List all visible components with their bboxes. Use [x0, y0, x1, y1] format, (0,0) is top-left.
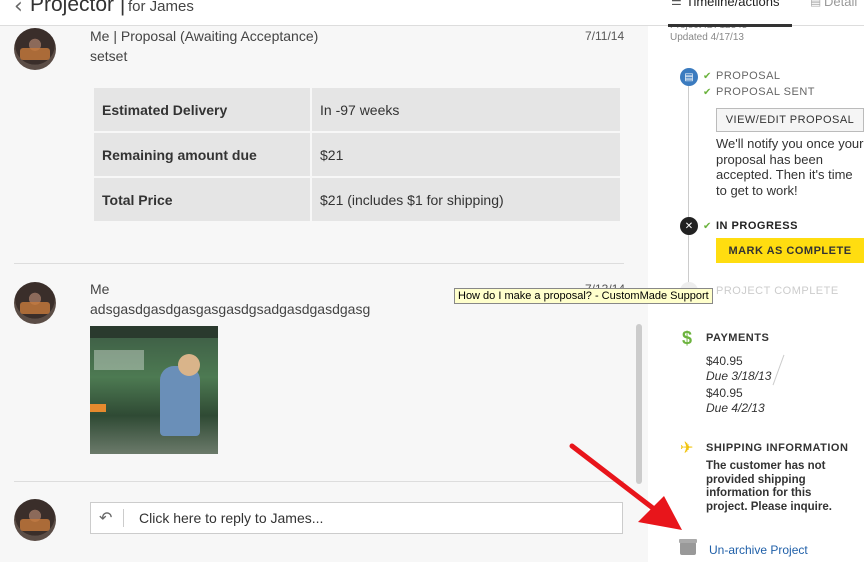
- timeline-step-in-progress: IN PROGRESS: [716, 220, 798, 232]
- payment-amount: $40.95: [706, 386, 743, 400]
- timeline-line: [688, 78, 689, 288]
- dollar-icon: $: [682, 328, 693, 348]
- header: ‹ Projector | for James ☰ Timeline/actio…: [0, 0, 864, 27]
- reply-separator: [123, 509, 124, 527]
- tools-icon: ✕: [680, 217, 698, 235]
- attachment-image[interactable]: [90, 326, 218, 454]
- table-row: Total Price $21 (includes $1 for shippin…: [94, 178, 620, 221]
- table-cell-value: $21: [312, 133, 620, 176]
- table-row: Estimated Delivery In -97 weeks: [94, 88, 620, 131]
- avatar: [14, 499, 56, 541]
- payment-due: Due 4/2/13: [706, 401, 765, 415]
- message-date: 7/11/14: [585, 29, 625, 43]
- timeline-tab-icon: ☰: [671, 0, 682, 8]
- help-tooltip: How do I make a proposal? - CustomMade S…: [454, 288, 713, 304]
- table-cell-value: $21 (includes $1 for shipping): [312, 178, 620, 221]
- reply-input[interactable]: ↶ Click here to reply to James...: [90, 502, 623, 534]
- avatar: [14, 28, 56, 70]
- message-body: adsgasdgasdgasgasgasdgsadgasdgasdgasg: [90, 301, 371, 317]
- divider: [14, 481, 624, 482]
- payment-amount: $40.95: [706, 354, 743, 368]
- table-row: Remaining amount due $21: [94, 133, 620, 176]
- table-cell-value: In -97 weeks: [312, 88, 620, 131]
- timeline-step-proposal-sent: PROPOSAL SENT: [716, 86, 816, 98]
- proposal-table: Estimated Delivery In -97 weeks Remainin…: [92, 86, 622, 223]
- tab-timeline-actions[interactable]: Timeline/actions: [686, 0, 779, 9]
- red-arrow-annotation: [569, 443, 682, 530]
- unarchive-project-link[interactable]: Un-archive Project: [709, 543, 808, 557]
- message-author: Me: [90, 281, 110, 297]
- avatar: [14, 282, 56, 324]
- shipping-text: The customer has not provided shipping i…: [706, 460, 832, 513]
- proposal-doc-icon: ▤: [680, 68, 698, 86]
- view-edit-proposal-button[interactable]: VIEW/EDIT PROPOSAL: [716, 108, 864, 132]
- message-body: setset: [90, 48, 128, 64]
- mark-as-complete-button[interactable]: MARK AS COMPLETE: [716, 238, 864, 263]
- archive-box-icon: [679, 539, 697, 555]
- message-author: Me | Proposal (Awaiting Acceptance): [90, 28, 319, 44]
- check-icon: ✔: [703, 221, 712, 232]
- timeline-step-proposal: PROPOSAL: [716, 70, 781, 82]
- active-tab-indicator: [668, 24, 792, 27]
- table-cell-label: Remaining amount due: [94, 133, 310, 176]
- shipping-heading: SHIPPING INFORMATION: [706, 442, 849, 454]
- updated-date: Updated 4/17/13: [670, 32, 744, 43]
- tab-details[interactable]: Detail: [824, 0, 857, 9]
- table-cell-label: Estimated Delivery: [94, 88, 310, 131]
- notify-text: We'll notify you once your proposal has …: [716, 136, 864, 198]
- divider: [14, 263, 624, 264]
- timeline-step-project-complete: PROJECT COMPLETE: [716, 285, 839, 297]
- page-title: Projector |: [30, 0, 126, 16]
- check-icon: ✔: [703, 87, 712, 98]
- check-icon: ✔: [703, 71, 712, 82]
- page-subtitle: for James: [128, 0, 194, 15]
- table-cell-label: Total Price: [94, 178, 310, 221]
- details-tab-icon: ▤: [810, 0, 822, 8]
- payments-heading: PAYMENTS: [706, 332, 770, 344]
- reply-icon: ↶: [99, 508, 113, 527]
- payment-divider: [772, 354, 785, 386]
- payment-due: Due 3/18/13: [706, 369, 772, 383]
- back-chevron-icon[interactable]: ‹: [14, 0, 23, 19]
- reply-placeholder: Click here to reply to James...: [139, 510, 324, 526]
